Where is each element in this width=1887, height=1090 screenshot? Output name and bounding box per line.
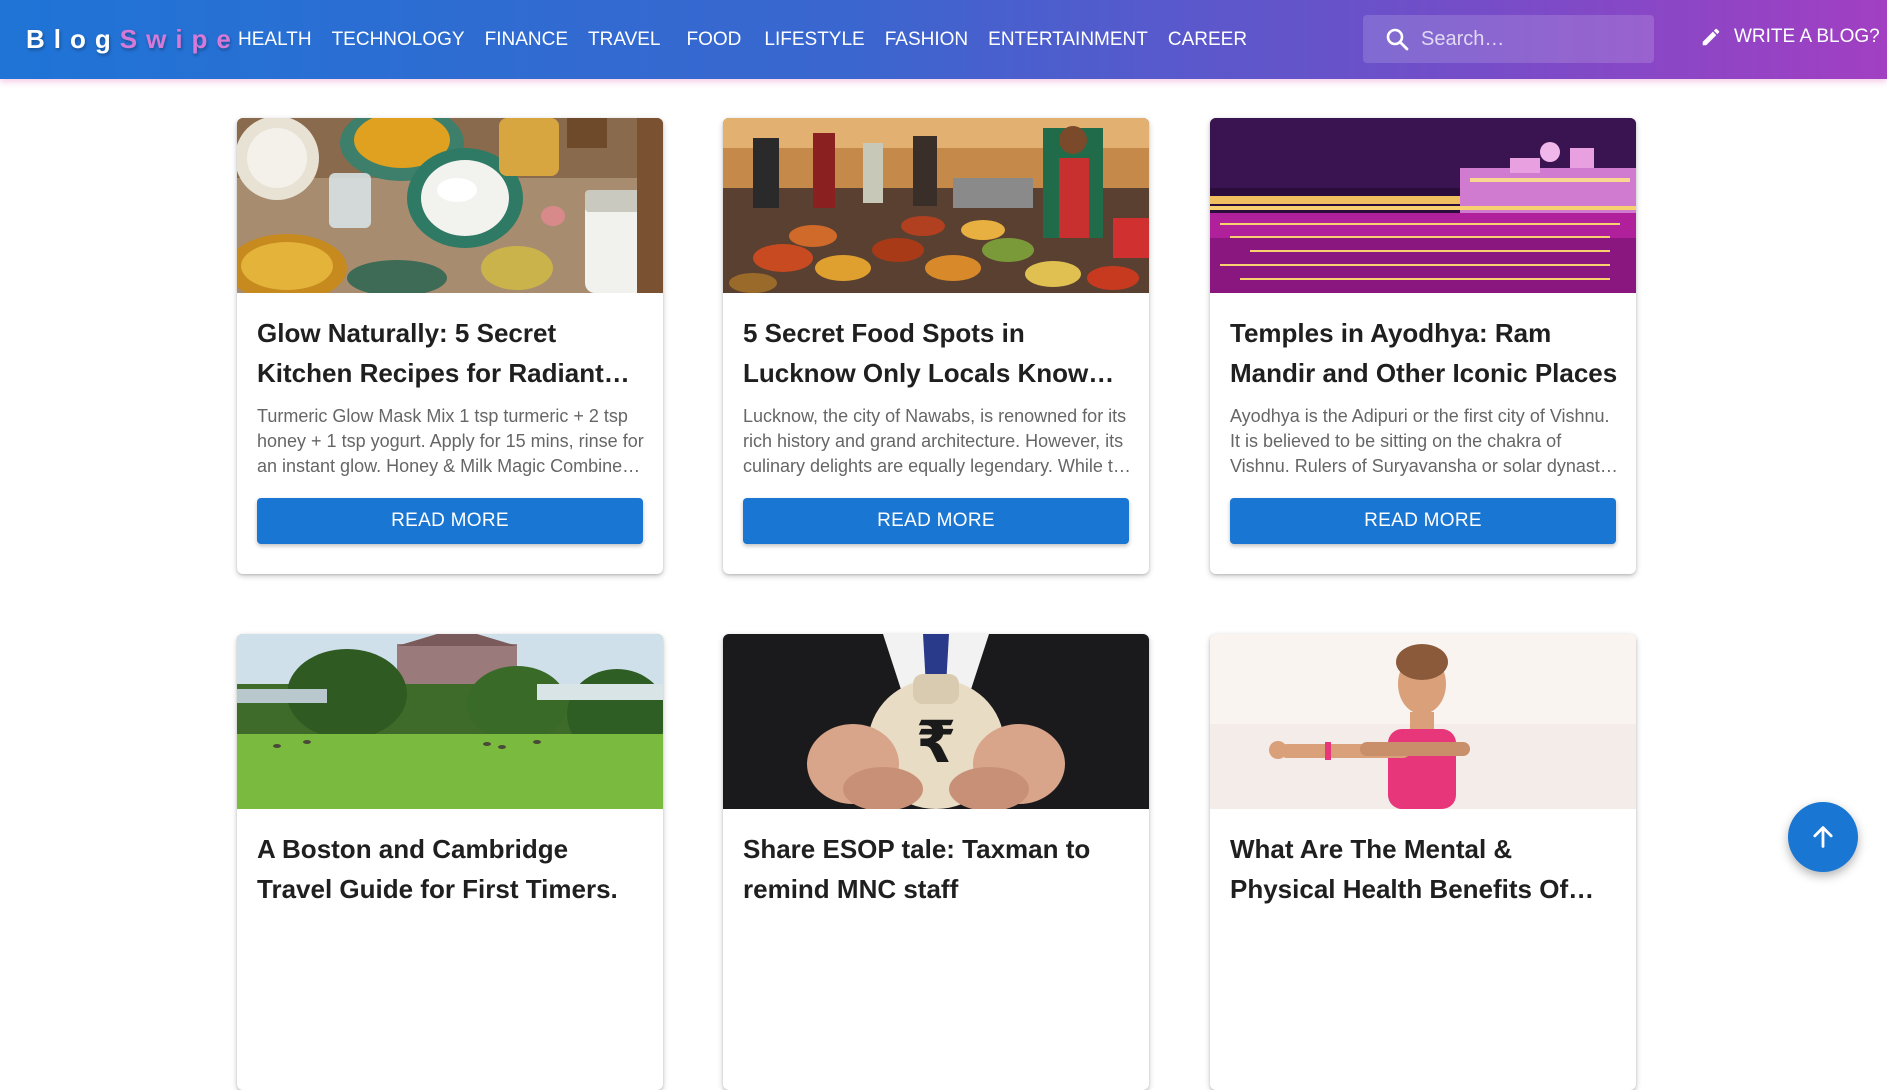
card-image-lucknow-food[interactable]	[723, 118, 1149, 293]
write-blog-label: WRITE A BLOG?	[1734, 26, 1880, 47]
read-more-button[interactable]: READ MORE	[257, 498, 643, 544]
card-image-exercise[interactable]	[1210, 634, 1636, 809]
arrow-up-icon	[1813, 826, 1833, 848]
card-title[interactable]: What Are The Mental & Physical Health Be…	[1230, 829, 1620, 909]
card-title[interactable]: 5 Secret Food Spots in Lucknow Only Loca…	[743, 313, 1133, 393]
card-image-ayodhya-temples[interactable]	[1210, 118, 1636, 293]
write-blog-button[interactable]: WRITE A BLOG?	[1700, 26, 1880, 48]
card-image-esop-tax[interactable]: ₹	[723, 634, 1149, 809]
read-more-button[interactable]: READ MORE	[1230, 498, 1616, 544]
blog-card: Glow Naturally: 5 Secret Kitchen Recipes…	[237, 118, 663, 574]
rupee-symbol: ₹	[916, 708, 956, 776]
nav-item-finance[interactable]: FINANCE	[485, 29, 568, 51]
brand-logo-part1: Blog	[26, 24, 120, 54]
nav-item-career[interactable]: CAREER	[1168, 29, 1247, 51]
nav-item-lifestyle[interactable]: LIFESTYLE	[764, 29, 864, 51]
search-box[interactable]	[1363, 15, 1654, 63]
scroll-to-top-button[interactable]	[1788, 802, 1858, 872]
nav-item-travel[interactable]: TRAVEL	[588, 29, 661, 51]
category-nav: HEALTH TECHNOLOGY FINANCE TRAVEL FOOD LI…	[238, 0, 1267, 79]
nav-item-fashion[interactable]: FASHION	[885, 29, 968, 51]
card-image-boston-travel[interactable]	[237, 634, 663, 809]
blog-card: ₹ Share ESOP tale: Taxman to remind MNC …	[723, 634, 1149, 1090]
blog-card: 5 Secret Food Spots in Lucknow Only Loca…	[723, 118, 1149, 574]
blog-card: What Are The Mental & Physical Health Be…	[1210, 634, 1636, 1090]
card-title[interactable]: Share ESOP tale: Taxman to remind MNC st…	[743, 829, 1133, 909]
search-input[interactable]	[1421, 27, 1621, 51]
card-title[interactable]: Glow Naturally: 5 Secret Kitchen Recipes…	[257, 313, 647, 393]
nav-item-entertainment[interactable]: ENTERTAINMENT	[988, 29, 1148, 51]
nav-item-technology[interactable]: TECHNOLOGY	[332, 29, 465, 51]
search-icon	[1386, 28, 1409, 51]
card-image-skin-recipes[interactable]	[237, 118, 663, 293]
card-excerpt: Lucknow, the city of Nawabs, is renowned…	[743, 406, 1133, 476]
brand-logo-part2: Swipe	[119, 24, 240, 54]
card-excerpt: Ayodhya is the Adipuri or the first city…	[1230, 406, 1610, 476]
blog-card: Temples in Ayodhya: Ram Mandir and Other…	[1210, 118, 1636, 574]
card-title[interactable]: Temples in Ayodhya: Ram Mandir and Other…	[1230, 313, 1620, 393]
blog-card: A Boston and Cambridge Travel Guide for …	[237, 634, 663, 1090]
card-title[interactable]: A Boston and Cambridge Travel Guide for …	[257, 829, 647, 909]
nav-item-food[interactable]: FOOD	[687, 29, 742, 51]
read-more-button[interactable]: READ MORE	[743, 498, 1129, 544]
pencil-icon	[1702, 28, 1720, 46]
card-excerpt: Turmeric Glow Mask Mix 1 tsp turmeric + …	[257, 406, 644, 476]
brand-logo[interactable]: BlogSwipe	[26, 24, 240, 55]
top-navbar: BlogSwipe HEALTH TECHNOLOGY FINANCE TRAV…	[0, 0, 1887, 79]
nav-item-health[interactable]: HEALTH	[238, 29, 312, 51]
